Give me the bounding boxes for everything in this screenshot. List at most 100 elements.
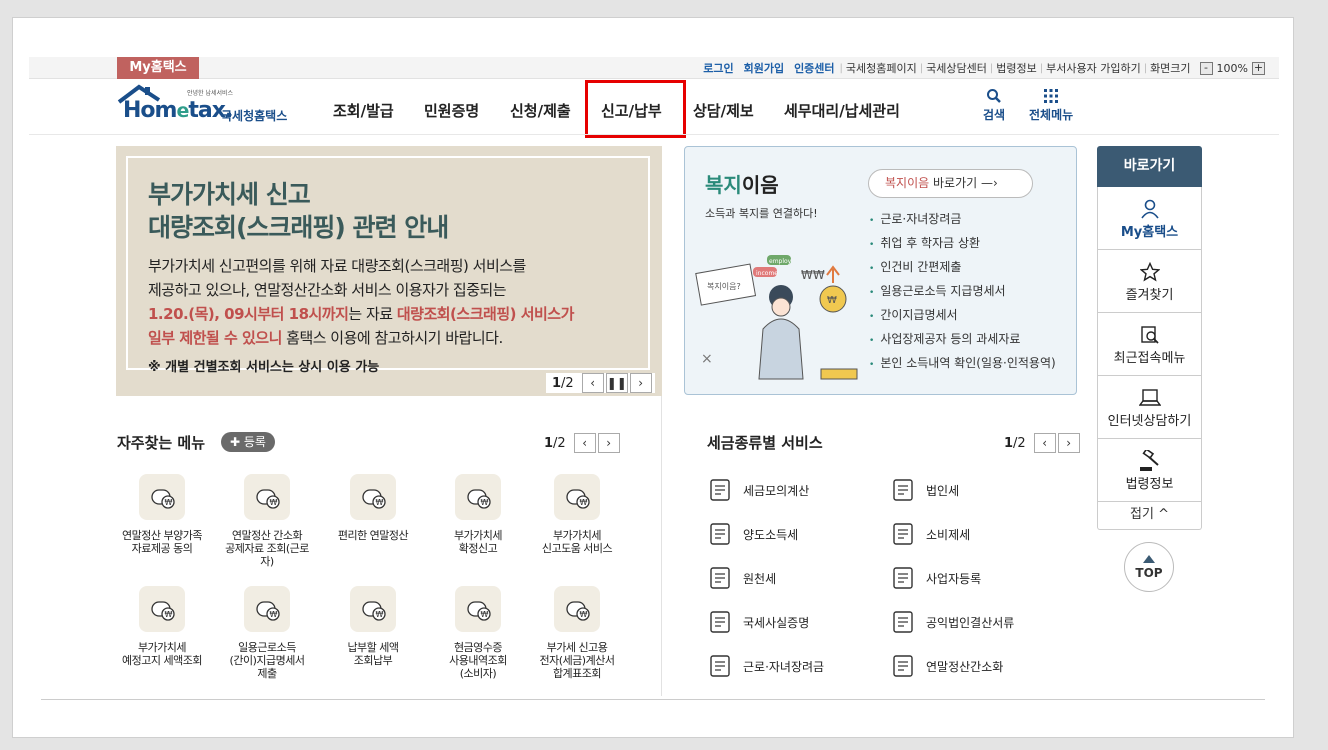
- tax-business-registration[interactable]: 사업자등록: [890, 565, 981, 591]
- favorite-dependents-consent[interactable]: ₩ 연말정산 부양가족 자료제공 동의: [110, 474, 214, 555]
- favorite-vat-tax-notice[interactable]: ₩ 부가가치세 예정고지 세액조회: [110, 586, 214, 667]
- svg-text:×: ×: [701, 351, 713, 367]
- favorite-label: 편리한 연말정산: [337, 529, 409, 542]
- login-link[interactable]: 로그인: [698, 60, 738, 76]
- my-hometax-tab[interactable]: My홈택스: [117, 57, 199, 79]
- nav-consult-report[interactable]: 상담/제보: [693, 100, 754, 121]
- welfare-item[interactable]: 간이지급명세서: [869, 303, 1056, 327]
- favorite-vat-final-return[interactable]: ₩ 부가가치세 확정신고: [426, 474, 530, 555]
- favorite-daily-income-statement[interactable]: ₩ 일용근로소득 (간이)지급명세서 제출: [215, 586, 319, 680]
- svg-text:income: income: [756, 270, 778, 277]
- logo-text: Hometax.: [123, 98, 233, 123]
- welfare-item[interactable]: 본인 소득내역 확인(일용·인적용역): [869, 351, 1055, 375]
- consult-center-link[interactable]: 국세상담센터: [923, 60, 990, 76]
- svg-text:₩: ₩: [165, 610, 173, 619]
- moneybag-icon: ₩: [244, 474, 290, 520]
- favorites-title: 자주찾는 메뉴: [117, 434, 206, 452]
- svg-text:₩: ₩: [165, 498, 173, 507]
- svg-text:₩: ₩: [481, 610, 489, 619]
- nav-apply-submit[interactable]: 신청/제출: [510, 100, 571, 121]
- favorite-easy-year-end[interactable]: ₩ 편리한 연말정산: [321, 474, 425, 542]
- favorite-simplified-deduction[interactable]: ₩ 연말정산 간소화 공제자료 조회(근로 자): [215, 474, 319, 568]
- quick-recent-menu[interactable]: 최근접속메뉴: [1097, 313, 1202, 376]
- banner-title-1: 부가가치세 신고: [148, 180, 311, 209]
- welfare-item[interactable]: 인건비 간편제출: [869, 255, 1056, 279]
- tax-withholding-tax[interactable]: 원천세: [707, 565, 776, 591]
- tax-year-end-simplified[interactable]: 연말정산간소화: [890, 653, 1003, 679]
- quick-internet-consult[interactable]: 인터넷상담하기: [1097, 376, 1202, 439]
- dept-user-signup-link[interactable]: 부서사용자 가입하기: [1043, 60, 1144, 76]
- clipboard-check-icon: [890, 609, 916, 635]
- svg-text:employ: employ: [769, 258, 792, 265]
- svg-text:₩: ₩: [270, 610, 278, 619]
- cert-center-link[interactable]: 인증센터: [789, 60, 839, 76]
- quick-favorites[interactable]: 즐겨찾기: [1097, 250, 1202, 313]
- vat-icon: ₩: [455, 474, 501, 520]
- nts-home-link[interactable]: 국세청홈페이지: [843, 60, 920, 76]
- tax-label: 양도소득세: [743, 527, 799, 542]
- welfare-list: 근로·자녀장려금 취업 후 학자금 상환 인건비 간편제출 일용근로소득 지급명…: [869, 207, 1056, 375]
- welfare-subtitle: 소득과 복지를 연결하다!: [705, 207, 818, 220]
- search-icon: [987, 89, 1001, 103]
- nav-civil-certificate[interactable]: 민원증명: [424, 100, 479, 121]
- banner-next-button[interactable]: ›: [629, 373, 652, 393]
- diamond-icon: [890, 521, 916, 547]
- favorite-tax-payment[interactable]: ₩ 납부할 세액 조회납부: [321, 586, 425, 667]
- nav-tax-agency[interactable]: 세무대리/납세관리: [784, 100, 900, 121]
- tax-tax-simulation[interactable]: 세금모의계산: [707, 477, 809, 503]
- banner-pause-button[interactable]: ❚❚: [605, 373, 628, 393]
- receipt-icon: ₩: [455, 586, 501, 632]
- favorite-label: 현금영수증 사용내역조회 (소비자): [449, 641, 507, 680]
- all-menu-label: 전체메뉴: [1029, 108, 1074, 122]
- tax-corporate-tax[interactable]: 법인세: [890, 477, 959, 503]
- svg-text:₩₩: ₩₩: [801, 268, 825, 282]
- svg-text:₩: ₩: [580, 498, 588, 507]
- welfare-title: 복지이음: [705, 173, 779, 197]
- tax-tax-fact-certificate[interactable]: 국세사실증명: [707, 609, 809, 635]
- welfare-item[interactable]: 사업장제공자 등의 과세자료: [869, 327, 1056, 351]
- welfare-item[interactable]: 취업 후 학자금 상환: [869, 231, 1056, 255]
- nav-inquiry-issue[interactable]: 조회/발급: [333, 100, 394, 121]
- favorite-label: 부가가치세 확정신고: [453, 529, 503, 555]
- welfare-illustration: 복지이음? income employ ₩ ₩₩ ×: [695, 255, 858, 380]
- tax-next-button[interactable]: ›: [1057, 433, 1080, 453]
- welfare-item[interactable]: 일용근로소득 지급명세서: [869, 279, 1056, 303]
- all-menu-tool[interactable]: 전체메뉴: [1029, 88, 1073, 123]
- favorite-vat-invoice-summary[interactable]: ₩ 부가세 신고용 전자(세금)계산서 합계표조회: [525, 586, 629, 680]
- hometax-logo[interactable]: 안녕한 납세서비스 Hometax. 국세청홈택스: [117, 84, 307, 128]
- quick-menu-header: 바로가기: [1097, 146, 1202, 187]
- main-banner[interactable]: 부가가치세 신고 대량조회(스크래핑) 관련 안내 부가가치세 신고편의를 위해…: [116, 146, 662, 396]
- zoom-out-button[interactable]: -: [1199, 61, 1213, 75]
- tax-prev-button[interactable]: ‹: [1033, 433, 1056, 453]
- quick-fold-button[interactable]: 접기 ^: [1097, 502, 1202, 530]
- tax-earned-income-credit[interactable]: 근로·자녀장려금: [707, 653, 824, 679]
- signup-link[interactable]: 회원가입: [739, 60, 789, 76]
- favorite-label: 연말정산 부양가족 자료제공 동의: [122, 529, 202, 555]
- tax-label: 법인세: [926, 483, 960, 498]
- tax-services-title: 세금종류별 서비스: [707, 434, 823, 452]
- law-info-link[interactable]: 법령정보: [993, 60, 1039, 76]
- favorites-next-button[interactable]: ›: [597, 433, 620, 453]
- banner-line-1: 부가가치세 신고편의를 위해 자료 대량조회(스크래핑) 서비스를: [148, 257, 526, 275]
- favorite-cash-receipt[interactable]: ₩ 현금영수증 사용내역조회 (소비자): [426, 586, 530, 680]
- quick-law-info[interactable]: 법령정보: [1097, 439, 1202, 502]
- quick-my-hometax[interactable]: My홈택스: [1097, 187, 1202, 250]
- moneybag-icon: ₩: [350, 586, 396, 632]
- banner-prev-button[interactable]: ‹: [581, 373, 604, 393]
- search-tool[interactable]: 검색: [983, 88, 1005, 123]
- favorites-register-button[interactable]: ✚ 등록: [221, 432, 275, 452]
- tax-transfer-income-tax[interactable]: 양도소득세: [707, 521, 798, 547]
- tax-consumption-tax[interactable]: 소비제세: [890, 521, 970, 547]
- top-button[interactable]: TOP: [1124, 542, 1174, 592]
- banner-line-3: 1.20.(목), 09시부터 18시까지는 자료 대량조회(스크래핑) 서비스…: [148, 305, 574, 323]
- zoom-in-button[interactable]: +: [1252, 61, 1265, 75]
- svg-text:₩: ₩: [481, 498, 489, 507]
- calculator-icon: [707, 477, 733, 503]
- arrow-right-icon: —›: [980, 176, 998, 190]
- welfare-item[interactable]: 근로·자녀장려금: [869, 207, 1056, 231]
- welfare-banner[interactable]: 복지이음 소득과 복지를 연결하다! 복지이음 바로가기 —› 복지이음? in…: [684, 146, 1077, 395]
- favorites-prev-button[interactable]: ‹: [573, 433, 596, 453]
- favorite-vat-help-service[interactable]: ₩ 부가가치세 신고도움 서비스: [525, 474, 629, 555]
- welfare-go-button[interactable]: 복지이음 바로가기 —›: [868, 169, 1033, 198]
- tax-public-corp-settlement[interactable]: 공익법인결산서류: [890, 609, 1014, 635]
